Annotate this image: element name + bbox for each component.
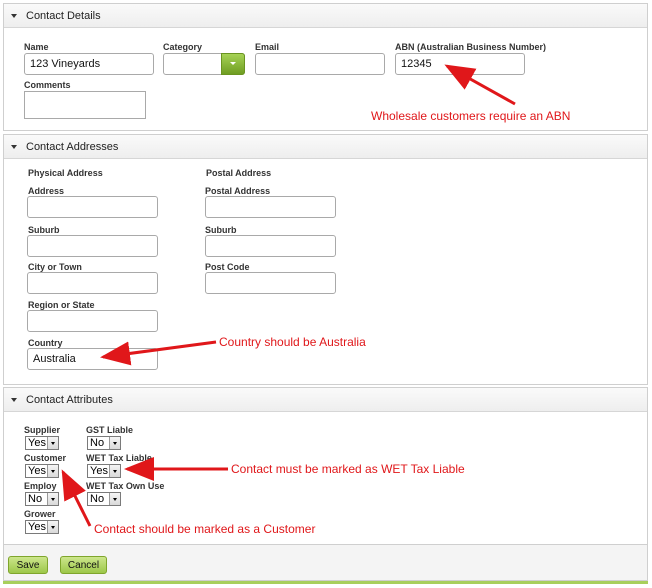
wet-own-use-label: WET Tax Own Use [86,481,165,491]
email-input[interactable] [255,53,385,75]
suburb-label: Suburb [28,225,60,235]
collapse-caret-icon[interactable] [11,144,17,149]
city-label: City or Town [28,262,82,272]
employee-value: No [28,493,43,505]
supplier-select[interactable]: Yes [25,436,59,450]
city-input[interactable] [27,272,158,294]
dropdown-arrow-icon[interactable] [109,437,120,449]
comments-label: Comments [24,80,71,90]
employee-label: Employ [24,481,57,491]
collapse-caret-icon[interactable] [11,13,17,18]
grower-value: Yes [28,521,46,533]
wet-value: Yes [90,465,108,477]
country-annotation: Country should be Australia [219,335,366,349]
grower-select[interactable]: Yes [25,520,59,534]
dropdown-arrow-icon[interactable] [47,493,58,505]
region-label: Region or State [28,300,95,310]
name-input[interactable] [24,53,154,75]
region-input[interactable] [27,310,158,332]
contact-details-title: Contact Details [26,9,101,22]
customer-value: Yes [28,465,46,477]
gst-select[interactable]: No [87,436,121,450]
postal-suburb-input[interactable] [205,235,336,257]
abn-input[interactable] [395,53,525,75]
dropdown-arrow-icon[interactable] [47,465,58,477]
employee-select[interactable]: No [25,492,59,506]
gst-label: GST Liable [86,425,134,435]
comments-textarea[interactable] [24,91,146,119]
address-label: Address [28,186,65,196]
name-label: Name [24,42,49,52]
customer-select[interactable]: Yes [25,464,59,478]
post-code-label: Post Code [205,262,250,272]
country-label: Country [28,338,63,348]
footer-accent-line [3,581,648,584]
supplier-label: Supplier [24,425,61,435]
postal-address-label: Postal Address [205,186,271,196]
gst-value: No [90,437,105,449]
abn-label: ABN (Australian Business Number) [395,42,547,52]
email-label: Email [255,42,280,52]
country-input[interactable] [27,348,158,370]
wet-own-use-select[interactable]: No [87,492,121,506]
wet-annotation: Contact must be marked as WET Tax Liable [231,462,465,476]
postal-suburb-label: Suburb [205,225,237,235]
supplier-value: Yes [28,437,46,449]
postal-address-heading: Postal Address [206,168,272,178]
wet-label: WET Tax Liable [86,453,152,463]
abn-annotation: Wholesale customers require an ABN [371,109,571,123]
save-button[interactable]: Save [8,556,48,574]
address-input[interactable] [27,196,158,218]
customer-label: Customer [24,453,67,463]
category-dropdown-button[interactable] [221,53,245,75]
dropdown-arrow-icon[interactable] [47,437,58,449]
wet-own-use-value: No [90,493,105,505]
customer-annotation: Contact should be marked as a Customer [94,522,316,536]
wet-select[interactable]: Yes [87,464,121,478]
contact-addresses-title: Contact Addresses [26,140,119,153]
cancel-button[interactable]: Cancel [60,556,107,574]
postal-address-input[interactable] [205,196,336,218]
dropdown-arrow-icon[interactable] [47,521,58,533]
collapse-caret-icon[interactable] [11,397,17,402]
physical-address-heading: Physical Address [28,168,103,178]
category-select[interactable] [163,53,245,75]
contact-attributes-title: Contact Attributes [26,393,113,406]
suburb-input[interactable] [27,235,158,257]
category-label: Category [163,42,203,52]
dropdown-arrow-icon[interactable] [109,493,120,505]
contact-addresses-header[interactable]: Contact Addresses [4,135,647,159]
contact-details-header[interactable]: Contact Details [4,4,647,28]
contact-attributes-header[interactable]: Contact Attributes [4,388,647,412]
chevron-down-icon [230,62,236,65]
post-code-input[interactable] [205,272,336,294]
dropdown-arrow-icon[interactable] [109,465,120,477]
grower-label: Grower [24,509,56,519]
